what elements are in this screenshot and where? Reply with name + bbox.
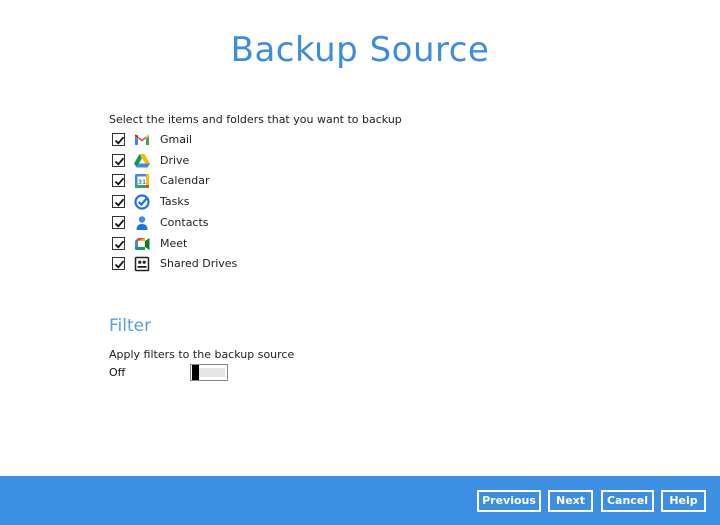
item-label-calendar: Calendar — [160, 174, 210, 188]
page-title: Backup Source — [230, 30, 490, 70]
tasks-icon — [133, 193, 151, 211]
cancel-button[interactable]: Cancel — [601, 490, 654, 512]
filter-toggle[interactable] — [190, 364, 228, 381]
item-gmail[interactable]: Gmail — [112, 130, 312, 150]
shared-drives-icon — [133, 255, 151, 273]
item-shared-drives[interactable]: Shared Drives — [112, 254, 312, 274]
drive-checkbox[interactable] — [112, 153, 125, 167]
item-calendar[interactable]: 31 Calendar — [112, 171, 312, 191]
item-label-drive: Drive — [160, 153, 190, 167]
instruction-text: Select the items and folders that you wa… — [109, 113, 402, 126]
gmail-icon — [133, 131, 151, 149]
next-button[interactable]: Next — [548, 490, 593, 512]
contacts-checkbox[interactable] — [112, 215, 125, 229]
gmail-checkbox[interactable] — [112, 133, 125, 146]
item-tasks[interactable]: Tasks — [112, 192, 312, 212]
shared-drives-checkbox[interactable] — [112, 257, 125, 271]
item-label-meet: Meet — [160, 236, 188, 250]
toggle-track — [199, 368, 225, 377]
help-button[interactable]: Help — [661, 490, 706, 512]
tasks-checkbox[interactable] — [112, 195, 125, 209]
item-contacts[interactable]: Contacts — [112, 213, 312, 233]
item-label-gmail: Gmail — [160, 133, 193, 146]
item-label-tasks: Tasks — [160, 195, 190, 209]
drive-icon — [133, 152, 151, 170]
meet-checkbox[interactable] — [112, 236, 125, 250]
toggle-knob[interactable] — [192, 365, 199, 380]
contacts-icon — [133, 214, 151, 232]
calendar-checkbox[interactable] — [112, 174, 125, 188]
footer-bar: Previous Next Cancel Help — [0, 476, 720, 525]
item-label-shared-drives: Shared Drives — [160, 257, 238, 271]
meet-icon — [133, 235, 151, 253]
filter-heading: Filter — [109, 316, 152, 336]
calendar-icon: 31 — [133, 172, 151, 190]
item-drive[interactable]: Drive — [112, 151, 312, 171]
filter-description: Apply filters to the backup source — [109, 348, 295, 361]
item-label-contacts: Contacts — [160, 215, 209, 229]
item-meet[interactable]: Meet — [112, 234, 312, 254]
previous-button[interactable]: Previous — [477, 490, 541, 512]
filter-toggle-label: Off — [109, 366, 126, 379]
svg-text:31: 31 — [138, 179, 146, 186]
